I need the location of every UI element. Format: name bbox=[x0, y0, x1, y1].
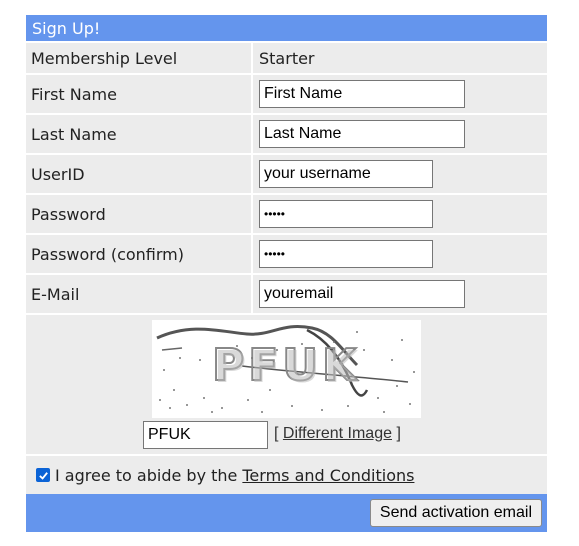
password-confirm-input[interactable]: ••••• bbox=[259, 240, 433, 268]
checkmark-icon bbox=[38, 471, 48, 480]
agree-text: I agree to abide by the bbox=[55, 465, 238, 485]
email-cell: youremail bbox=[253, 275, 547, 313]
different-image-bracket-close: ] bbox=[396, 425, 401, 442]
first-name-input[interactable]: First Name bbox=[259, 80, 465, 108]
email-label: E-Mail bbox=[26, 275, 251, 313]
password-confirm-cell: ••••• bbox=[253, 235, 547, 273]
last-name-input[interactable]: Last Name bbox=[259, 120, 465, 148]
userid-input[interactable]: your username bbox=[259, 160, 433, 188]
different-image-link[interactable]: [ Different Image ] bbox=[274, 425, 401, 443]
userid-row: UserID your username bbox=[26, 155, 547, 195]
first-name-label: First Name bbox=[26, 75, 251, 113]
captcha-input[interactable]: PFUK bbox=[143, 421, 268, 449]
membership-label: Membership Level bbox=[26, 43, 251, 73]
password-confirm-row: Password (confirm) ••••• bbox=[26, 235, 547, 275]
email-input[interactable]: youremail bbox=[259, 280, 465, 308]
membership-row: Membership Level Starter bbox=[26, 43, 547, 75]
captcha-row: PFUK PFUK PFUK [ Different Image] bbox=[26, 315, 547, 456]
first-name-row: First Name First Name bbox=[26, 75, 547, 115]
password-input[interactable]: ••••• bbox=[259, 200, 433, 228]
captcha-image: PFUK PFUK bbox=[152, 320, 421, 418]
email-row: E-Mail youremail bbox=[26, 275, 547, 315]
signup-form: Sign Up! Membership Level Starter First … bbox=[26, 15, 547, 532]
agree-checkbox[interactable] bbox=[36, 468, 50, 482]
membership-value: Starter bbox=[253, 43, 547, 73]
first-name-cell: First Name bbox=[253, 75, 547, 113]
userid-cell: your username bbox=[253, 155, 547, 193]
send-activation-button[interactable]: Send activation email bbox=[369, 499, 542, 527]
last-name-cell: Last Name bbox=[253, 115, 547, 153]
password-cell: ••••• bbox=[253, 195, 547, 233]
different-image-label[interactable]: Different Image bbox=[283, 425, 392, 442]
form-header: Sign Up! bbox=[26, 15, 547, 43]
userid-label: UserID bbox=[26, 155, 251, 193]
different-image-bracket-open: [ bbox=[274, 425, 279, 442]
form-footer: Send activation email bbox=[26, 494, 547, 532]
captcha-text-shadow: PFUK bbox=[214, 342, 362, 393]
agree-row: I agree to abide by the Terms and Condit… bbox=[26, 456, 547, 494]
last-name-row: Last Name Last Name bbox=[26, 115, 547, 155]
password-confirm-label: Password (confirm) bbox=[26, 235, 251, 273]
password-label: Password bbox=[26, 195, 251, 233]
password-row: Password ••••• bbox=[26, 195, 547, 235]
last-name-label: Last Name bbox=[26, 115, 251, 153]
terms-link[interactable]: Terms and Conditions bbox=[242, 466, 414, 485]
